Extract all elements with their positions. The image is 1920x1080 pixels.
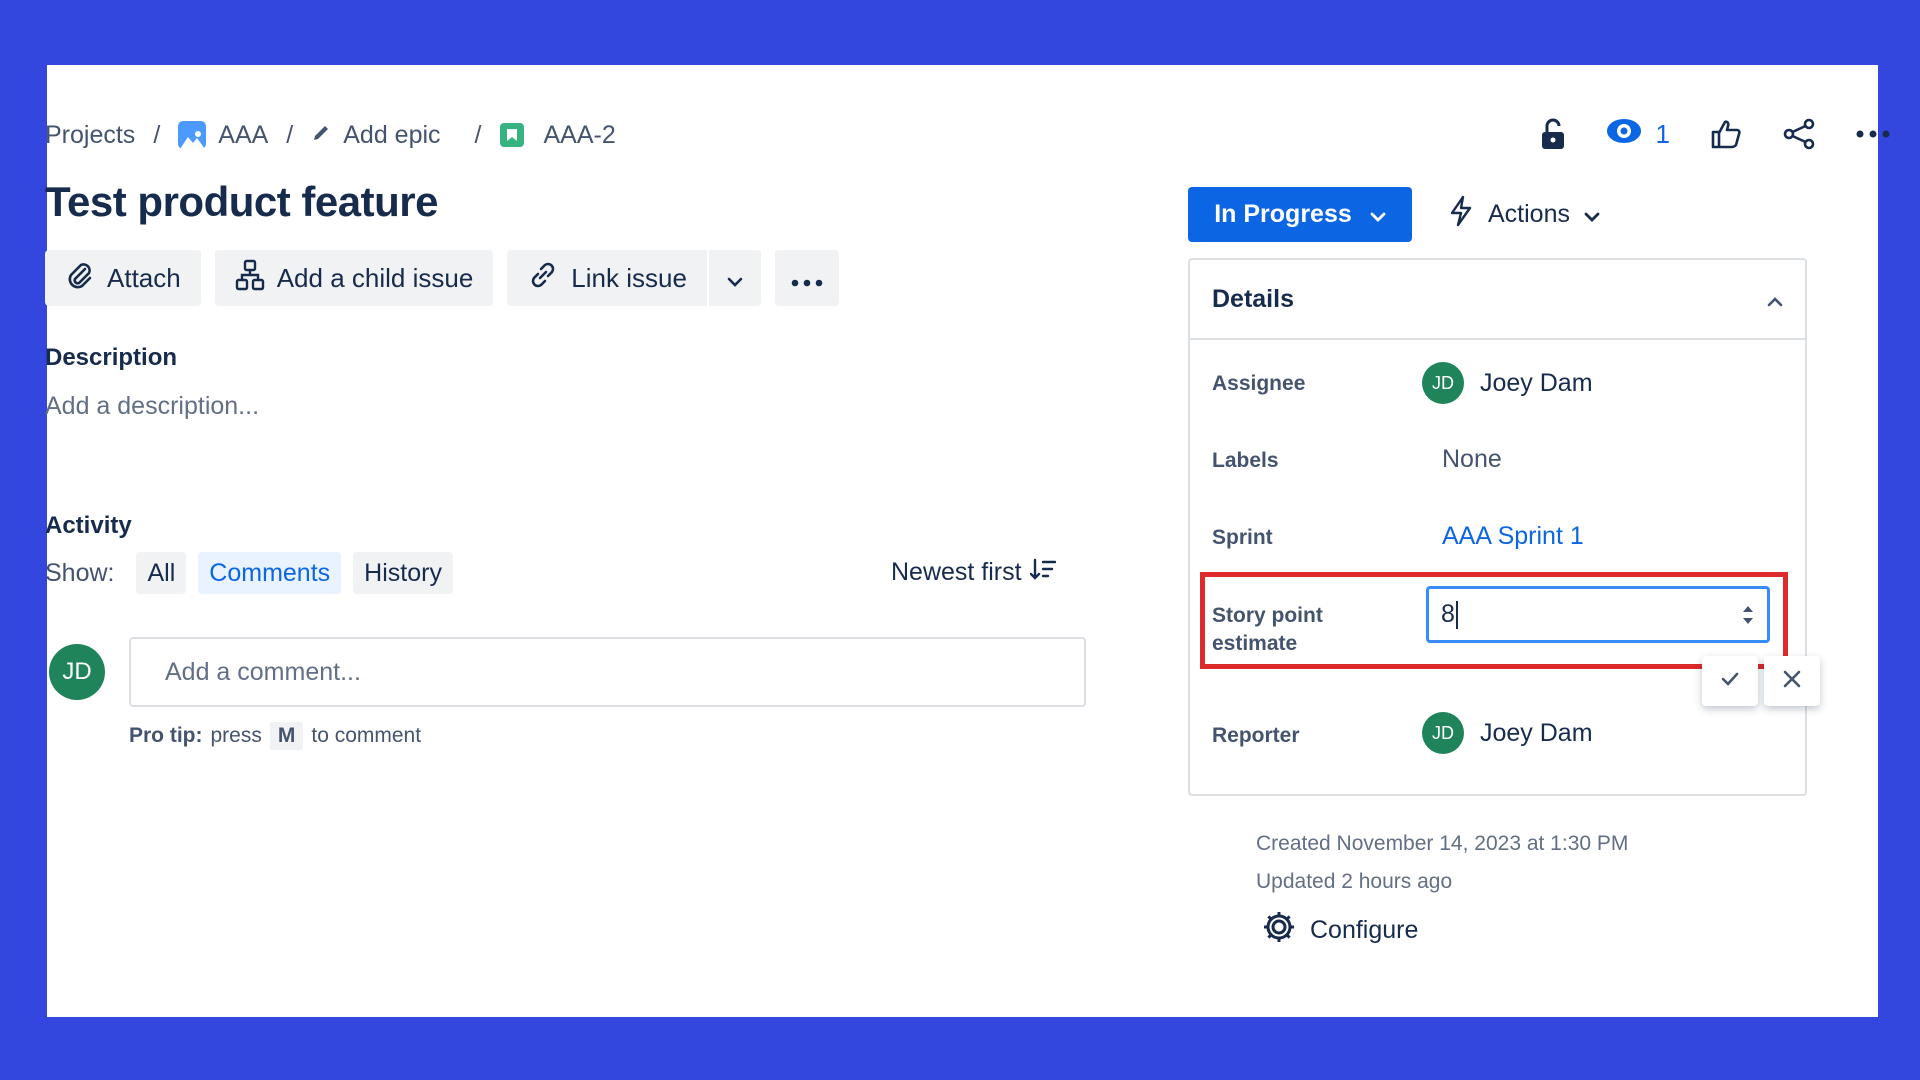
- sort-order-button[interactable]: Newest first: [891, 558, 1056, 587]
- issue-title[interactable]: Test product feature: [45, 178, 438, 226]
- thumbs-up-icon[interactable]: [1710, 118, 1742, 150]
- filter-comments[interactable]: Comments: [198, 552, 342, 594]
- breadcrumb-add-epic[interactable]: Add epic: [311, 120, 441, 150]
- avatar: JD: [1422, 712, 1464, 754]
- activity-filter: Show: All Comments History: [45, 552, 453, 594]
- watch-count: 1: [1655, 118, 1670, 149]
- assignee-label: Assignee: [1212, 372, 1306, 395]
- more-icon[interactable]: [1856, 130, 1890, 138]
- story-point-value: 8: [1441, 599, 1455, 628]
- pro-tip-press: press: [210, 724, 262, 747]
- activity-heading: Activity: [45, 512, 132, 539]
- attach-button[interactable]: Attach: [45, 250, 201, 306]
- chevron-down-icon: [727, 263, 743, 294]
- updated-timestamp: Updated 2 hours ago: [1256, 870, 1453, 893]
- breadcrumb-project-label: AAA: [218, 120, 269, 149]
- add-child-issue-button[interactable]: Add a child issue: [214, 250, 494, 306]
- filter-history[interactable]: History: [353, 552, 453, 594]
- breadcrumb-issue-key: AAA-2: [543, 120, 616, 149]
- status-label: In Progress: [1214, 200, 1352, 228]
- confirm-button[interactable]: [1702, 656, 1758, 706]
- number-stepper[interactable]: [1741, 603, 1755, 627]
- comment-input[interactable]: Add a comment...: [129, 637, 1086, 707]
- configure-label: Configure: [1310, 916, 1419, 944]
- breadcrumb: Projects / AAA / Add epic / AAA-2: [45, 116, 616, 154]
- sprint-label: Sprint: [1212, 526, 1273, 549]
- sort-icon: [1029, 558, 1056, 587]
- created-timestamp: Created November 14, 2023 at 1:30 PM: [1256, 832, 1629, 855]
- filter-all[interactable]: All: [136, 552, 187, 594]
- close-icon: [1783, 670, 1801, 693]
- reporter-field[interactable]: JD Joey Dam: [1422, 712, 1593, 754]
- text-caret: [1455, 601, 1458, 630]
- cancel-button[interactable]: [1764, 656, 1820, 706]
- details-heading: Details: [1212, 284, 1294, 313]
- configure-button[interactable]: Configure: [1262, 910, 1418, 951]
- assignee-field[interactable]: JD Joey Dam: [1422, 362, 1593, 404]
- breadcrumb-epic-label: Add epic: [343, 120, 441, 149]
- sprint-link[interactable]: AAA Sprint 1: [1442, 522, 1584, 551]
- link-issue-split-button: Link issue: [507, 250, 761, 306]
- link-issue-dropdown[interactable]: [706, 250, 761, 306]
- lightning-icon: [1448, 195, 1474, 234]
- story-point-label-line1: Story point: [1212, 604, 1323, 627]
- watch-button[interactable]: 1: [1606, 117, 1670, 152]
- details-panel: Details Assignee JD Joey Dam Labels None…: [1188, 258, 1820, 796]
- gear-icon: [1262, 910, 1296, 951]
- actions-dropdown[interactable]: Actions: [1448, 187, 1600, 242]
- paperclip-icon: [65, 260, 95, 297]
- shortcut-key: M: [269, 722, 304, 750]
- inline-edit-controls: [1702, 656, 1820, 706]
- breadcrumb-separator: /: [474, 120, 482, 149]
- chevron-up-icon: [1767, 285, 1783, 314]
- pencil-icon: [311, 121, 331, 150]
- add-child-issue-label: Add a child issue: [276, 262, 474, 293]
- status-dropdown[interactable]: In Progress: [1188, 187, 1412, 242]
- breadcrumb-separator: /: [286, 120, 294, 149]
- story-point-label: Story point estimate: [1212, 602, 1323, 658]
- chevron-down-icon: [1584, 200, 1600, 229]
- details-header[interactable]: Details: [1190, 260, 1805, 340]
- issue-header-actions: 1: [1540, 112, 1890, 156]
- pro-tip-rest: to comment: [311, 724, 422, 747]
- reporter-label: Reporter: [1212, 724, 1300, 747]
- breadcrumb-project[interactable]: AAA: [178, 121, 268, 150]
- check-icon: [1721, 672, 1739, 691]
- attach-label: Attach: [107, 262, 181, 293]
- story-point-input[interactable]: 8: [1426, 586, 1770, 643]
- actions-label: Actions: [1488, 200, 1570, 228]
- avatar: JD: [49, 644, 105, 700]
- breadcrumb-separator: /: [153, 120, 161, 149]
- assignee-name: Joey Dam: [1480, 368, 1593, 397]
- avatar: JD: [1422, 362, 1464, 404]
- description-field[interactable]: Add a description...: [45, 392, 259, 421]
- pro-tip: Pro tip: press M to comment: [129, 722, 421, 750]
- more-icon: [791, 263, 823, 294]
- eye-icon: [1606, 117, 1642, 152]
- share-icon[interactable]: [1782, 118, 1816, 150]
- more-actions-button[interactable]: [774, 250, 839, 306]
- story-point-label-line2: estimate: [1212, 632, 1298, 655]
- project-avatar-icon: [178, 121, 207, 149]
- breadcrumb-projects[interactable]: Projects: [45, 121, 135, 150]
- hierarchy-icon: [235, 259, 265, 298]
- link-icon: [527, 259, 559, 298]
- sort-label: Newest first: [891, 558, 1022, 586]
- breadcrumb-issue[interactable]: AAA-2: [499, 120, 616, 150]
- link-issue-label: Link issue: [571, 262, 687, 293]
- labels-field[interactable]: None: [1442, 445, 1502, 474]
- reporter-name: Joey Dam: [1480, 718, 1593, 747]
- story-icon: [499, 123, 524, 147]
- show-label: Show:: [45, 558, 115, 587]
- unlock-icon[interactable]: [1540, 118, 1566, 150]
- link-issue-button[interactable]: Link issue: [507, 250, 707, 306]
- issue-toolbar: Attach Add a child issue Link issue: [45, 250, 839, 306]
- description-heading: Description: [45, 344, 178, 371]
- labels-label: Labels: [1212, 449, 1279, 472]
- pro-tip-label: Pro tip:: [129, 724, 203, 747]
- chevron-down-icon: [1370, 200, 1386, 229]
